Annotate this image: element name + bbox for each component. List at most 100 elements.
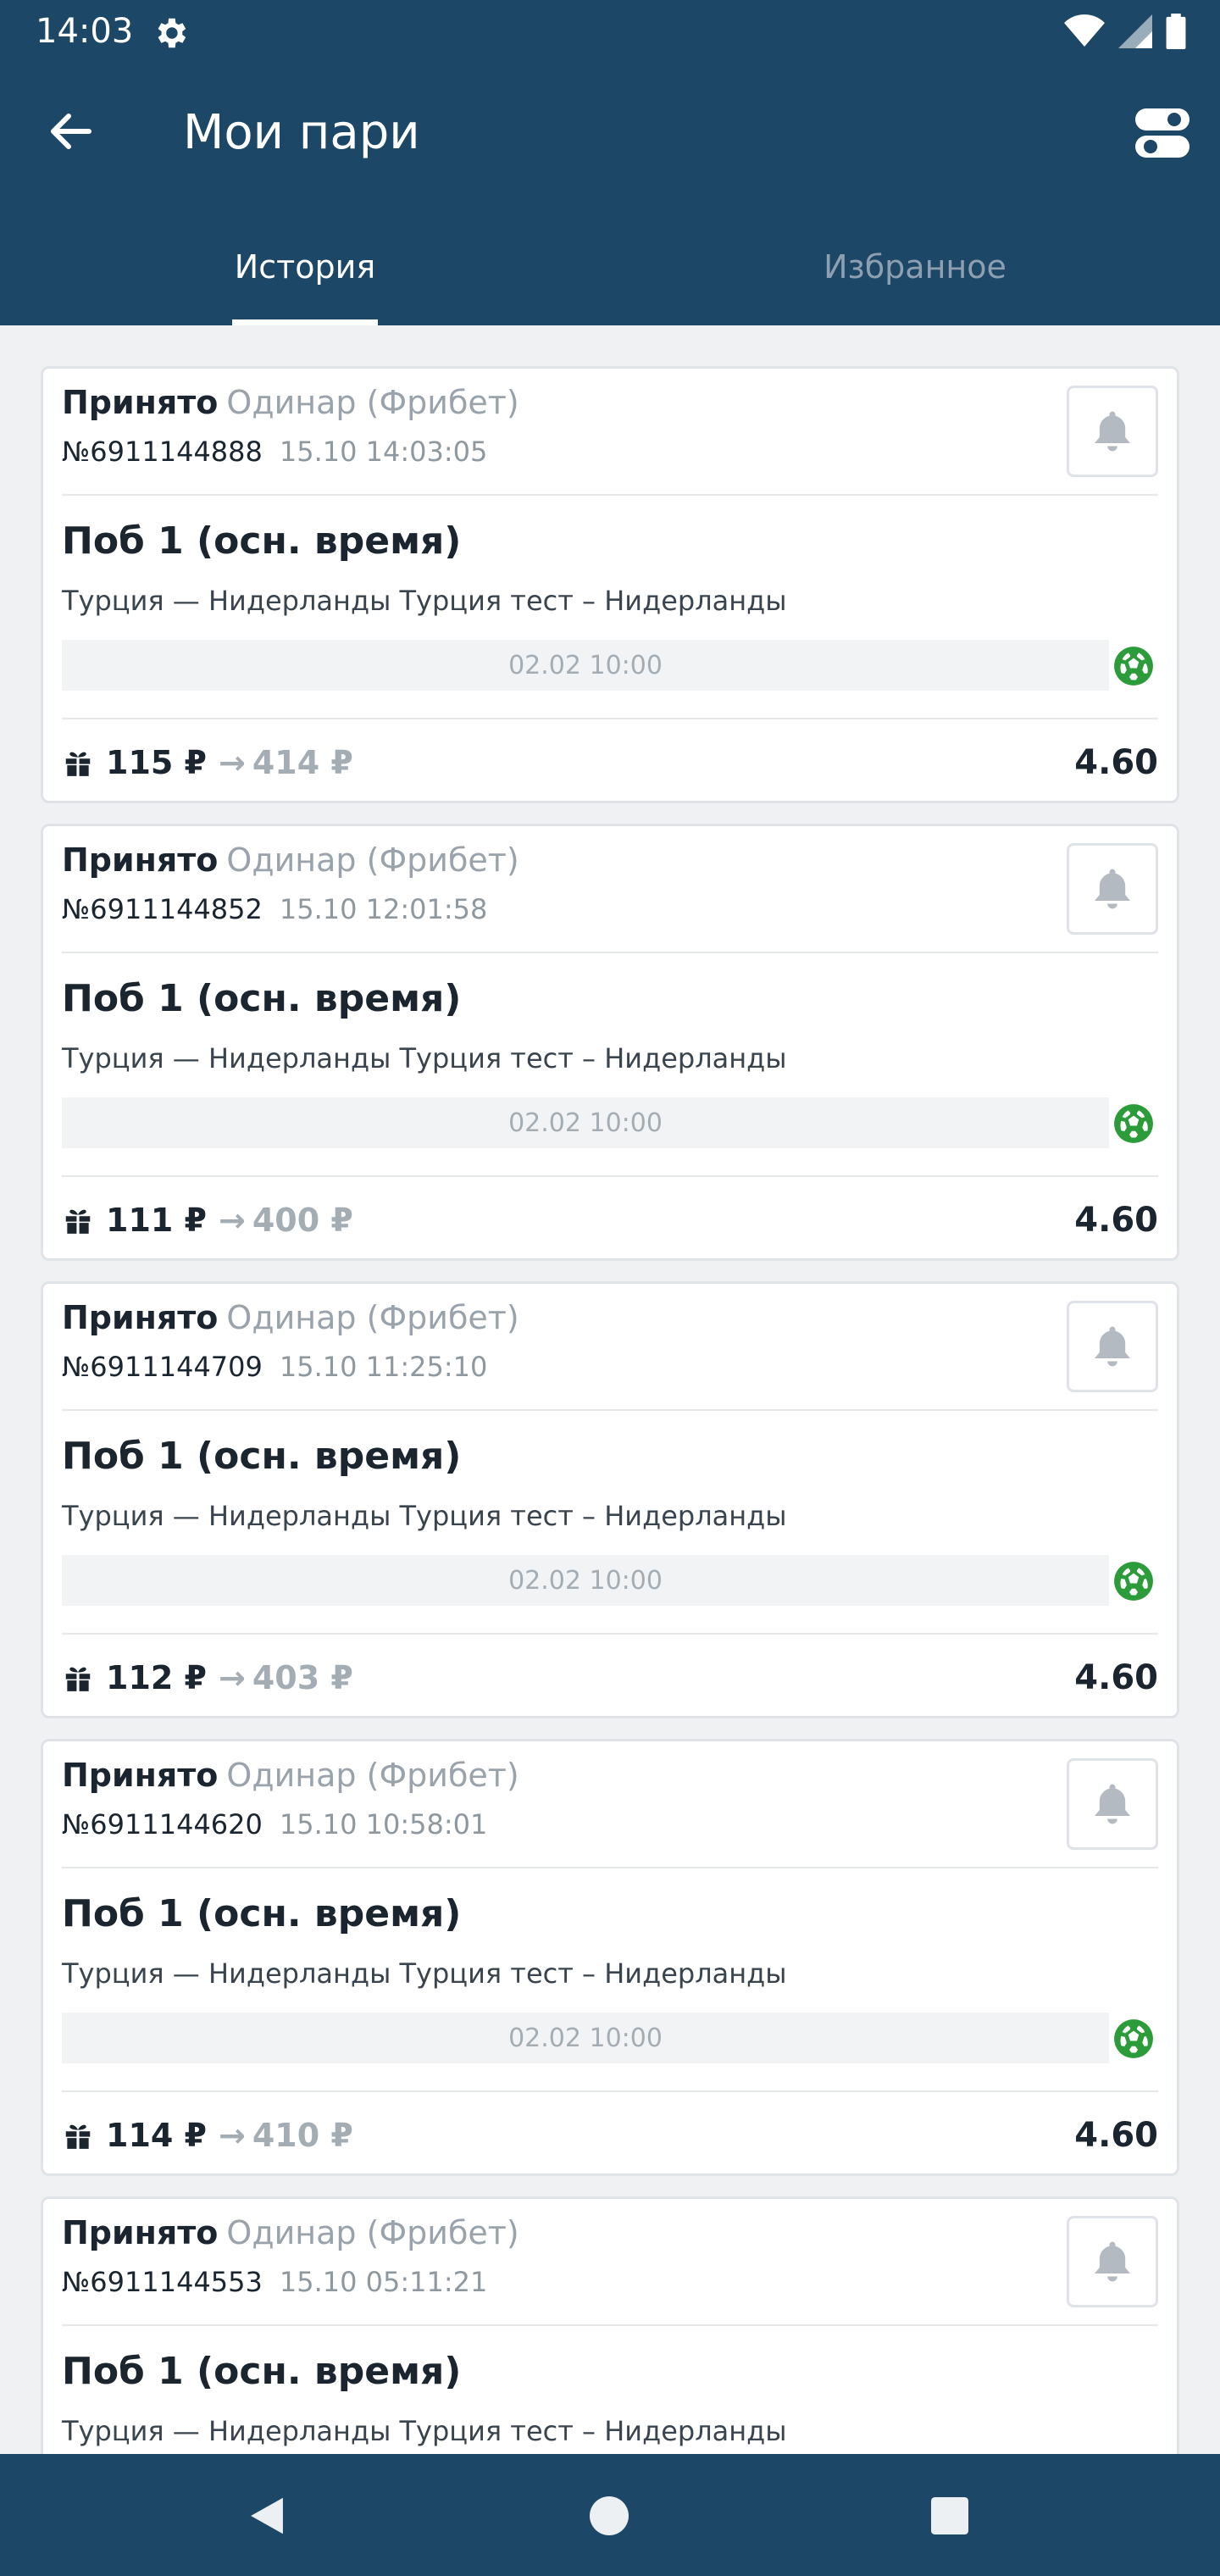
bet-odds: 4.60 [1074, 743, 1158, 782]
stake-row: 112 ₽ → 403 ₽ [62, 1658, 353, 1697]
status-time: 14:03 [36, 12, 134, 51]
bell-icon [1095, 869, 1130, 909]
stake-amount: 115 ₽ [106, 744, 207, 781]
soccer-ball-icon [1114, 1562, 1153, 1601]
bet-outcome: Поб 1 (осн. время) [62, 1892, 462, 1935]
home-circle-icon [590, 2496, 629, 2535]
notify-button[interactable] [1067, 1301, 1158, 1392]
tab-favorites[interactable]: Избранное [610, 207, 1220, 325]
gift-icon [65, 752, 91, 776]
match-name: Турция — Нидерланды Турция тест – Нидерл… [62, 1957, 787, 1990]
bet-outcome: Поб 1 (осн. время) [62, 1435, 462, 1478]
arrow-right-icon: → [219, 744, 246, 781]
notify-button[interactable] [1067, 386, 1158, 477]
event-date: 02.02 10:00 [62, 1097, 1109, 1148]
bet-status-line: Принято Одинар (Фрибет) [62, 840, 519, 880]
bet-status: Принято [62, 2214, 219, 2251]
bell-icon [1095, 2241, 1130, 2282]
bet-datetime: 15.10 05:11:21 [279, 2266, 488, 2298]
bet-type: Одинар (Фрибет) [226, 1299, 519, 1336]
match-name: Турция — Нидерланды Турция тест – Нидерл… [62, 2415, 787, 2447]
bet-type: Одинар (Фрибет) [226, 2214, 519, 2251]
signal-icon [1118, 14, 1152, 48]
bet-number: №6911144709 [62, 1351, 263, 1383]
bell-icon [1095, 1784, 1130, 1824]
tab-label: Избранное [824, 248, 1006, 286]
bet-status: Принято [62, 1299, 219, 1336]
notify-button[interactable] [1067, 2216, 1158, 2307]
bet-meta: №6911144553 15.10 05:11:21 [62, 2265, 487, 2299]
battery-icon [1166, 14, 1186, 49]
stake-row: 111 ₽ → 400 ₽ [62, 1201, 353, 1240]
filter-toggle-button[interactable] [1134, 107, 1191, 159]
arrow-right-icon: → [219, 1659, 246, 1696]
bet-type: Одинар (Фрибет) [226, 841, 519, 879]
divider [62, 2090, 1158, 2092]
nav-home-button[interactable] [580, 2486, 639, 2545]
gift-icon [65, 2124, 91, 2149]
bet-meta: №6911144620 15.10 10:58:01 [62, 1807, 487, 1841]
potential-payout: 410 ₽ [252, 2117, 353, 2154]
status-bar: 14:03 [0, 0, 1220, 64]
event-date: 02.02 10:00 [62, 640, 1109, 691]
match-name: Турция — Нидерланды Турция тест – Нидерл… [62, 585, 787, 617]
bet-odds: 4.60 [1074, 1658, 1158, 1697]
arrow-right-icon: → [219, 2117, 246, 2154]
bet-list: Принято Одинар (Фрибет) №6911144888 15.10 … [41, 366, 1179, 2576]
tab-indicator [232, 319, 378, 325]
bet-odds: 4.60 [1074, 2116, 1158, 2155]
settings-icon [158, 18, 186, 48]
bet-status: Принято [62, 384, 219, 421]
bet-meta: №6911144852 15.10 12:01:58 [62, 892, 487, 926]
potential-payout: 403 ₽ [252, 1659, 353, 1696]
bet-status-line: Принято Одинар (Фрибет) [62, 1297, 519, 1338]
bet-number: №6911144620 [62, 1808, 263, 1840]
bet-status-line: Принято Одинар (Фрибет) [62, 382, 519, 423]
gift-icon [65, 1209, 91, 1234]
nav-back-button[interactable] [237, 2486, 297, 2545]
nav-recents-button[interactable] [920, 2486, 979, 2545]
bell-icon [1095, 411, 1130, 452]
tab-history[interactable]: История [0, 207, 610, 325]
bet-outcome: Поб 1 (осн. время) [62, 977, 462, 1020]
bet-card[interactable]: Принято Одинар (Фрибет) №6911144888 15.10 … [41, 366, 1179, 803]
stake-row: 114 ₽ → 410 ₽ [62, 2116, 353, 2155]
bet-odds: 4.60 [1074, 1201, 1158, 1240]
bet-card[interactable]: Принято Одинар (Фрибет) №6911144709 15.10 … [41, 1281, 1179, 1718]
bet-status-line: Принято Одинар (Фрибет) [62, 1755, 519, 1796]
divider [62, 718, 1158, 719]
stake-amount: 112 ₽ [106, 1659, 207, 1696]
notify-button[interactable] [1067, 1758, 1158, 1850]
bet-datetime: 15.10 10:58:01 [279, 1808, 488, 1840]
bet-card[interactable]: Принято Одинар (Фрибет) №6911144620 15.10 … [41, 1739, 1179, 2176]
filter-toggle-icon [1135, 108, 1190, 158]
arrow-left-icon [51, 114, 92, 149]
back-button[interactable] [42, 103, 98, 159]
status-icons [1064, 14, 1186, 49]
bet-number: №6911144553 [62, 2266, 263, 2298]
tab-bar: История Избранное [0, 207, 1220, 325]
system-nav-bar [0, 2454, 1220, 2576]
divider [62, 1175, 1158, 1177]
arrow-right-icon: → [219, 1202, 246, 1239]
bet-meta: №6911144888 15.10 14:03:05 [62, 435, 487, 469]
bet-datetime: 15.10 11:25:10 [279, 1351, 488, 1383]
bet-status-line: Принято Одинар (Фрибет) [62, 2212, 519, 2253]
notify-button[interactable] [1067, 843, 1158, 935]
event-date: 02.02 10:00 [62, 2012, 1109, 2063]
bet-card[interactable]: Принято Одинар (Фрибет) №6911144852 15.10 … [41, 824, 1179, 1261]
divider [62, 494, 1158, 496]
bet-type: Одинар (Фрибет) [226, 384, 519, 421]
divider [62, 952, 1158, 953]
stake-row: 115 ₽ → 414 ₽ [62, 743, 353, 782]
divider [62, 1867, 1158, 1868]
bet-type: Одинар (Фрибет) [226, 1757, 519, 1794]
recents-square-icon [931, 2497, 968, 2534]
tab-label: История [234, 248, 376, 286]
divider [62, 1633, 1158, 1635]
page-title: Мои пари [183, 105, 420, 160]
soccer-ball-icon [1114, 647, 1153, 686]
gift-icon [65, 1667, 91, 1691]
stake-amount: 114 ₽ [106, 2117, 207, 2154]
event-date: 02.02 10:00 [62, 1555, 1109, 1606]
